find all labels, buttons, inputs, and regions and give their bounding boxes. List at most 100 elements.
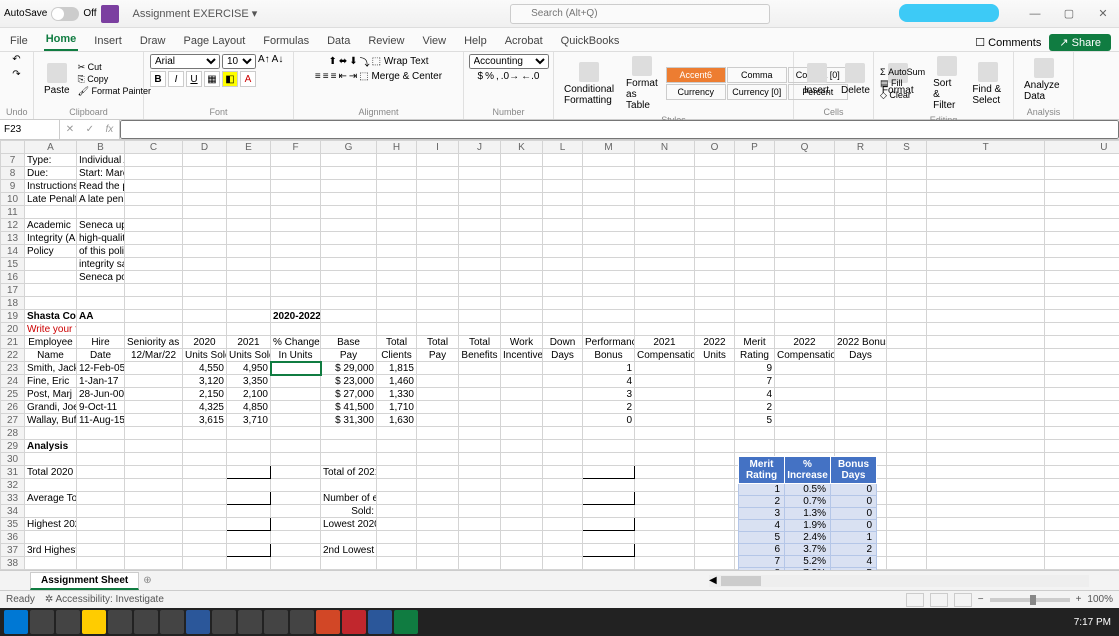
cell-E33[interactable] <box>227 492 271 505</box>
cell-M9[interactable] <box>583 180 635 193</box>
style-currency[interactable]: Currency <box>666 84 726 100</box>
cell-E35[interactable] <box>227 518 271 531</box>
cell-F13[interactable] <box>271 232 321 245</box>
merit-cell[interactable]: 0 <box>831 496 877 508</box>
dec-decimal-icon[interactable]: ←.0 <box>521 71 539 82</box>
cell-H31[interactable] <box>377 466 417 479</box>
cell-J39[interactable] <box>459 570 501 571</box>
cell-C21[interactable]: Seniority as of <box>125 336 183 349</box>
cell-N34[interactable] <box>635 505 695 518</box>
cell-K10[interactable] <box>501 193 543 206</box>
cell-G38[interactable] <box>321 557 377 570</box>
inc-decimal-icon[interactable]: .0→ <box>501 71 519 82</box>
cell-K28[interactable] <box>501 427 543 440</box>
cell-H29[interactable] <box>377 440 417 453</box>
cell-H11[interactable] <box>377 206 417 219</box>
merit-cell[interactable]: 1.9% <box>785 520 831 532</box>
cell-A18[interactable] <box>25 297 77 310</box>
cell-C15[interactable] <box>125 258 183 271</box>
cell-U23[interactable] <box>1045 362 1119 375</box>
comma-icon[interactable]: , <box>496 71 499 82</box>
cell-M35[interactable] <box>583 518 635 531</box>
cell-O7[interactable] <box>695 154 735 167</box>
tab-formulas[interactable]: Formulas <box>261 31 311 51</box>
cell-N38[interactable] <box>635 557 695 570</box>
cell-M22[interactable]: Bonus <box>583 349 635 362</box>
row-header-30[interactable]: 30 <box>1 453 25 466</box>
cell-A14[interactable]: Policy <box>25 245 77 258</box>
cell-N12[interactable] <box>635 219 695 232</box>
cell-S33[interactable] <box>887 492 927 505</box>
add-sheet-button[interactable]: ⊕ <box>143 575 151 586</box>
cell-G22[interactable]: Pay <box>321 349 377 362</box>
cell-L34[interactable] <box>543 505 583 518</box>
insert-cells-button[interactable]: Insert <box>800 61 833 98</box>
cell-R18[interactable] <box>835 297 887 310</box>
cell-C19[interactable] <box>125 310 183 323</box>
cell-L29[interactable] <box>543 440 583 453</box>
cell-M19[interactable] <box>583 310 635 323</box>
row-header-17[interactable]: 17 <box>1 284 25 297</box>
merit-cell[interactable]: 5 <box>739 532 785 544</box>
cell-M32[interactable] <box>583 479 635 492</box>
cell-G34[interactable]: Sold: <box>321 505 377 518</box>
cell-E24[interactable]: 3,350 <box>227 375 271 388</box>
cell-U8[interactable] <box>1045 167 1119 180</box>
cell-U25[interactable] <box>1045 388 1119 401</box>
cell-B34[interactable] <box>77 505 125 518</box>
cell-P18[interactable] <box>735 297 775 310</box>
cell-J19[interactable] <box>459 310 501 323</box>
cell-G35[interactable]: Lowest 2020 units sold: <box>321 518 377 531</box>
cell-G8[interactable] <box>321 167 377 180</box>
worksheet-grid[interactable]: ABCDEFGHIJKLMNOPQRSTUVW7Type:Individual … <box>0 140 1119 570</box>
cell-P22[interactable]: Rating <box>735 349 775 362</box>
cell-I22[interactable]: Pay <box>417 349 459 362</box>
cell-L10[interactable] <box>543 193 583 206</box>
cell-B8[interactable]: Start: March 11, 2022, 9:00AM ET / Due: … <box>77 167 125 180</box>
cell-L27[interactable] <box>543 414 583 427</box>
merit-cell[interactable]: 1 <box>831 532 877 544</box>
cell-B24[interactable]: 1-Jan-17 <box>77 375 125 388</box>
cell-S29[interactable] <box>887 440 927 453</box>
col-header-A[interactable]: A <box>25 141 77 154</box>
cell-B13[interactable]: high-quality education and teaching exce… <box>77 232 125 245</box>
col-header-H[interactable]: H <box>377 141 417 154</box>
cell-R9[interactable] <box>835 180 887 193</box>
cell-U19[interactable] <box>1045 310 1119 323</box>
cell-J25[interactable] <box>459 388 501 401</box>
cell-L30[interactable] <box>543 453 583 466</box>
cell-A33[interactable]: Average Total Clients is: <box>25 492 77 505</box>
cell-T39[interactable] <box>927 570 1045 571</box>
cell-L14[interactable] <box>543 245 583 258</box>
row-header-33[interactable]: 33 <box>1 492 25 505</box>
delete-cells-button[interactable]: Delete <box>837 61 874 98</box>
cell-N21[interactable]: 2021 <box>635 336 695 349</box>
cell-C11[interactable] <box>125 206 183 219</box>
cell-H22[interactable]: Clients <box>377 349 417 362</box>
cell-I24[interactable] <box>417 375 459 388</box>
taskbar-excel-icon[interactable] <box>394 610 418 634</box>
cell-C33[interactable] <box>125 492 183 505</box>
col-header-U[interactable]: U <box>1045 141 1119 154</box>
cell-H17[interactable] <box>377 284 417 297</box>
cell-S28[interactable] <box>887 427 927 440</box>
cell-O30[interactable] <box>695 453 735 466</box>
formula-bar[interactable] <box>120 120 1119 139</box>
cell-J29[interactable] <box>459 440 501 453</box>
cell-L13[interactable] <box>543 232 583 245</box>
col-header-D[interactable]: D <box>183 141 227 154</box>
cell-B19[interactable]: AA <box>77 310 125 323</box>
cell-D11[interactable] <box>183 206 227 219</box>
cell-B21[interactable]: Hire <box>77 336 125 349</box>
cell-F15[interactable] <box>271 258 321 271</box>
cell-U34[interactable] <box>1045 505 1119 518</box>
cell-H30[interactable] <box>377 453 417 466</box>
cell-J10[interactable] <box>459 193 501 206</box>
cell-T19[interactable] <box>927 310 1045 323</box>
cell-F14[interactable] <box>271 245 321 258</box>
cell-B30[interactable] <box>77 453 125 466</box>
cell-T30[interactable] <box>927 453 1045 466</box>
col-header-N[interactable]: N <box>635 141 695 154</box>
cell-U38[interactable] <box>1045 557 1119 570</box>
col-header-R[interactable]: R <box>835 141 887 154</box>
